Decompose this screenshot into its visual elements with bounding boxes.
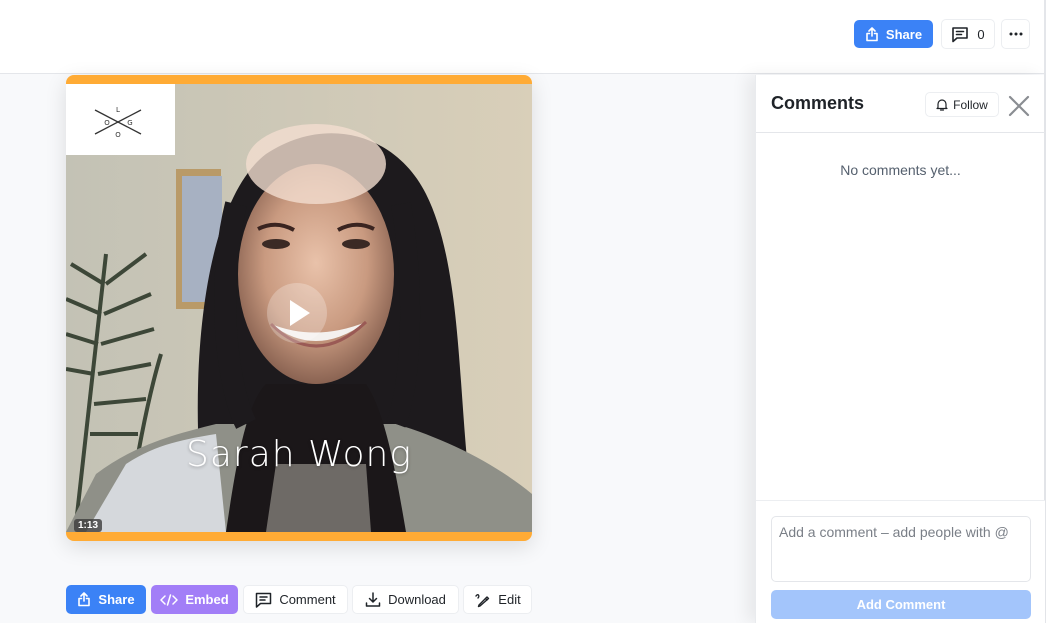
comments-title: Comments [771, 93, 865, 113]
follow-button[interactable]: Follow [925, 92, 999, 117]
share-label: Share [98, 592, 135, 607]
logo-letter-left: O [104, 119, 110, 127]
play-button[interactable] [267, 283, 327, 343]
logo-letter-top: L [116, 106, 120, 114]
edit-button[interactable]: Edit [463, 585, 532, 614]
comment-count: 0 [977, 26, 985, 42]
ellipsis-icon [1009, 32, 1023, 36]
play-icon [290, 300, 310, 326]
embed-label: Embed [185, 592, 229, 607]
share-icon [865, 26, 879, 42]
add-comment-button[interactable]: Add Comment [771, 590, 1031, 619]
embed-button[interactable]: Embed [151, 585, 238, 614]
edit-label: Edit [498, 592, 521, 607]
comment-label: Comment [279, 592, 336, 607]
logo-letter-bottom: O [115, 131, 121, 139]
share-video-button[interactable]: Share [66, 585, 146, 614]
logo-icon: L O G O [94, 106, 142, 139]
comment-button[interactable]: Comment [243, 585, 348, 614]
video-player[interactable]: L O G O Sarah Wong 1:13 [66, 84, 532, 532]
download-button[interactable]: Download [352, 585, 459, 614]
video-duration: 1:13 [74, 519, 103, 532]
bell-icon [936, 98, 948, 111]
comments-panel: Comments Follow No comments yet... Add C… [755, 75, 1045, 623]
comment-composer: Add Comment [756, 500, 1045, 623]
comment-icon [255, 592, 272, 608]
brand-logo: L O G O [66, 84, 175, 155]
logo-letter-right: G [127, 119, 132, 127]
comment-input[interactable] [771, 516, 1031, 582]
close-icon [1008, 95, 1030, 117]
top-bar: Share 0 [0, 0, 1044, 74]
code-icon [160, 593, 179, 606]
comments-toggle-button[interactable]: 0 [941, 19, 995, 49]
video-card: L O G O Sarah Wong 1:13 [66, 75, 532, 541]
download-icon [365, 591, 381, 608]
edit-icon [474, 592, 491, 608]
share-button[interactable]: Share [854, 20, 933, 48]
share-icon [77, 592, 91, 607]
share-label: Share [885, 26, 923, 42]
comment-icon [951, 26, 969, 43]
comments-header: Comments Follow [756, 75, 1045, 133]
video-caption: Sarah Wong [186, 434, 412, 475]
follow-label: Follow [953, 97, 988, 112]
close-panel-button[interactable] [1007, 94, 1031, 118]
download-label: Download [388, 592, 446, 607]
empty-comments-message: No comments yet... [840, 162, 961, 178]
more-options-button[interactable] [1001, 19, 1030, 49]
